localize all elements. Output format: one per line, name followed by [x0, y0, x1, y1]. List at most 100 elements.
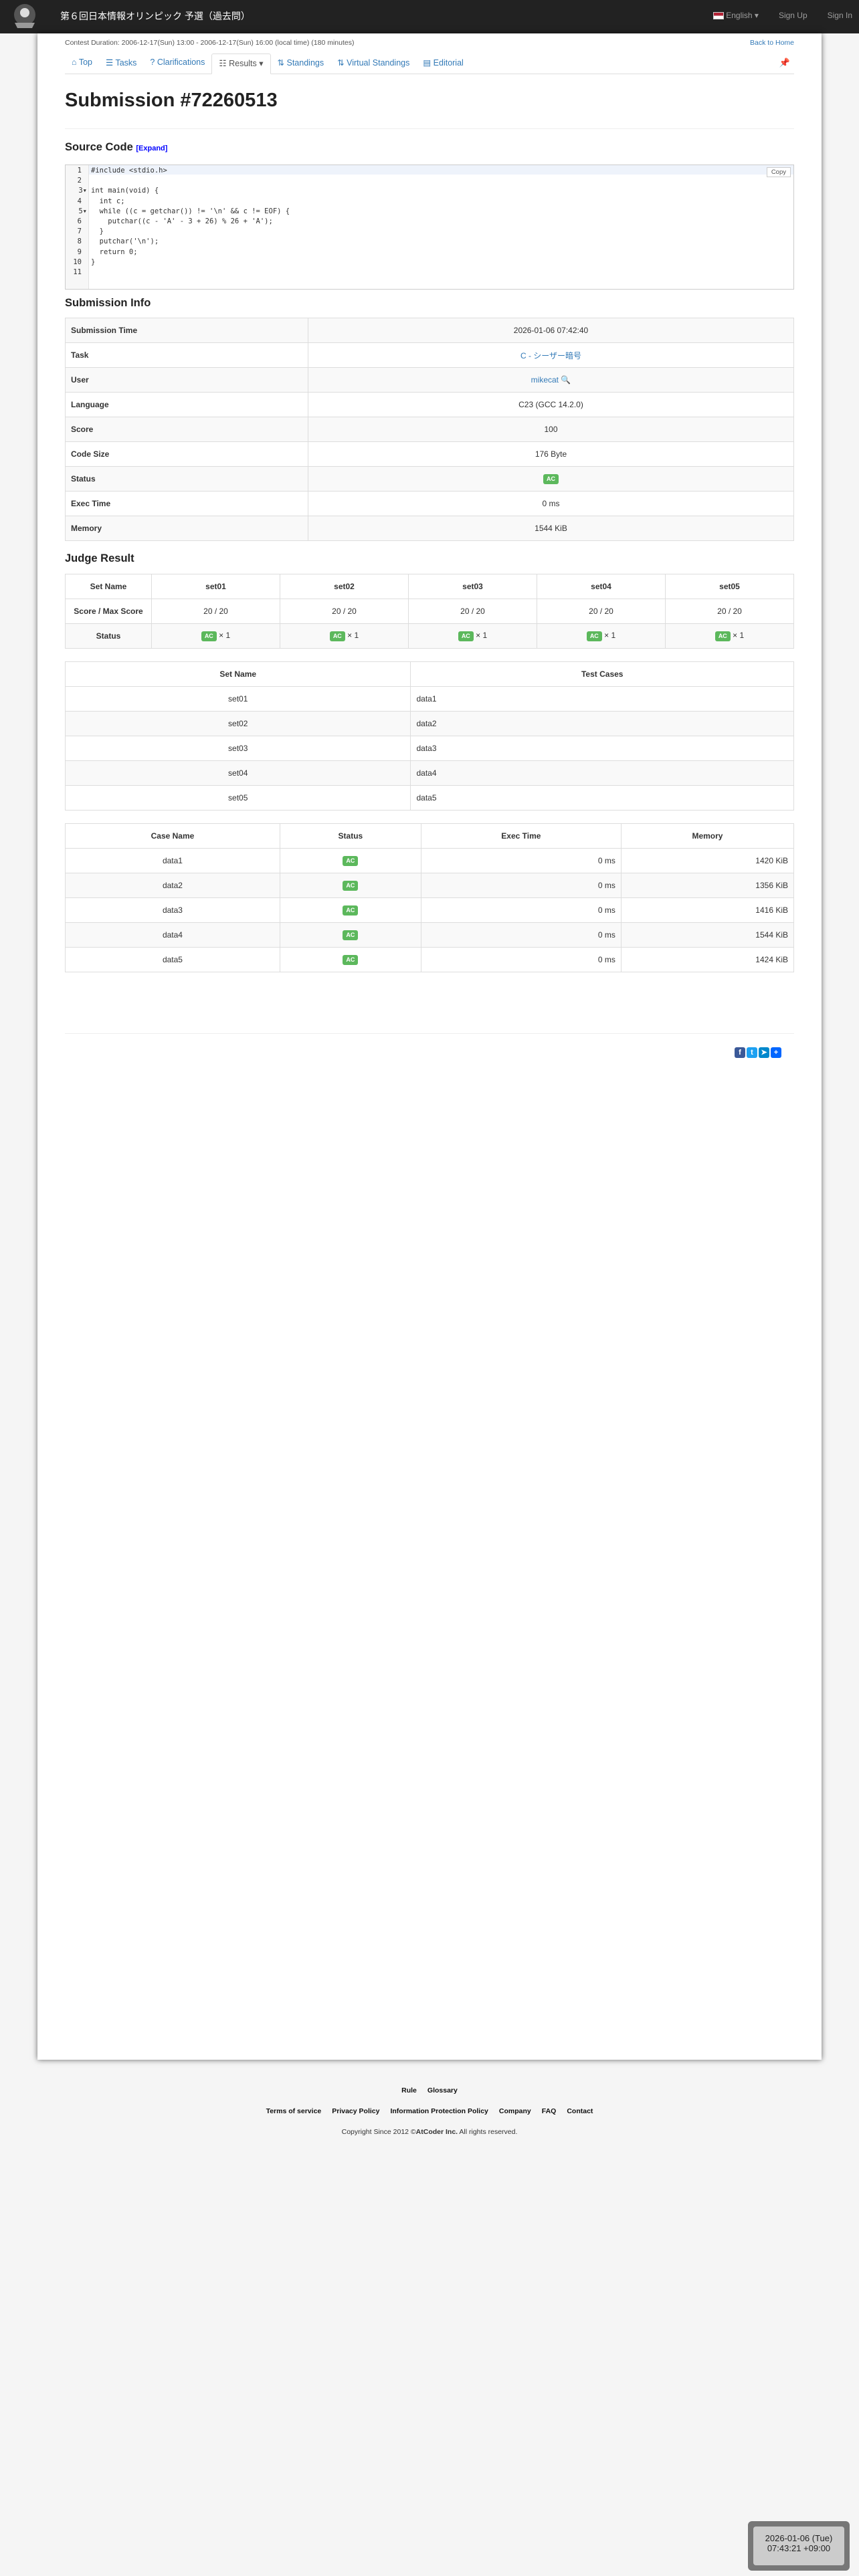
code-line: int c;: [91, 197, 125, 205]
status-badge: AC: [343, 856, 359, 866]
info-label: Memory: [65, 516, 308, 541]
submission-info-heading: Submission Info: [65, 297, 151, 309]
line-number: 11: [73, 268, 82, 276]
home-icon: ⌂: [72, 58, 77, 67]
info-value: AC: [308, 466, 794, 492]
status-count: × 1: [601, 631, 616, 640]
footer-link[interactable]: FAQ: [542, 2107, 557, 2115]
info-row: Language C23 (GCC 14.2.0): [65, 392, 794, 417]
user-link[interactable]: mikecat: [531, 375, 559, 385]
info-value: 100: [308, 417, 794, 442]
task-link[interactable]: C - シーザー暗号: [520, 351, 581, 360]
table-cell: data3: [410, 736, 794, 761]
table-row: data5 AC 0 ms 1424 KiB: [65, 947, 795, 972]
table-cell: 1424 KiB: [620, 947, 795, 972]
footer-link[interactable]: Information Protection Policy: [390, 2107, 488, 2115]
table-cell: data5: [65, 947, 280, 972]
info-value: C - シーザー暗号: [308, 342, 794, 368]
tab-clarifications[interactable]: ? Clarifications: [143, 53, 211, 73]
tab-top[interactable]: ⌂ Top: [65, 53, 99, 73]
info-value: 0 ms: [308, 491, 794, 516]
signin-link[interactable]: Sign In: [828, 11, 852, 20]
current-line-highlight: [66, 165, 793, 175]
share-plus-icon[interactable]: +: [771, 1047, 781, 1058]
status-cell: AC × 1: [408, 623, 537, 649]
tab-virtual-standings[interactable]: ⇅ Virtual Standings: [330, 53, 416, 73]
sort-icon: ⇅: [337, 58, 345, 68]
footer-link[interactable]: Glossary: [427, 2086, 458, 2095]
search-icon[interactable]: 🔍: [561, 375, 571, 385]
tab-standings[interactable]: ⇅ Standings: [271, 53, 331, 73]
table-row: data4 AC 0 ms 1544 KiB: [65, 922, 795, 948]
footer-link[interactable]: Rule: [401, 2086, 417, 2095]
signup-link[interactable]: Sign Up: [779, 11, 807, 20]
facebook-icon[interactable]: f: [735, 1047, 745, 1058]
contest-tabs: ⌂ Top ☰ Tasks ? Clarifications ☷ Results…: [65, 53, 794, 74]
us-flag-icon: [713, 12, 725, 20]
info-label: Code Size: [65, 441, 308, 467]
table-cell: data1: [410, 686, 794, 712]
info-label: User: [65, 367, 308, 393]
tab-editorial[interactable]: ▤ Editorial: [416, 53, 470, 73]
table-cell: 1420 KiB: [620, 848, 795, 873]
score-cell: 20 / 20: [151, 599, 280, 624]
book-icon: ▤: [423, 58, 432, 68]
row-label: Status: [65, 623, 152, 649]
info-row: Exec Time 0 ms: [65, 491, 794, 516]
line-number: 9: [77, 247, 82, 256]
info-row: Task C - シーザー暗号: [65, 342, 794, 368]
contest-duration: Contest Duration: 2006-12-17(Sun) 13:00 …: [65, 39, 355, 47]
copyright: Copyright Since 2012 ©AtCoder Inc. All r…: [341, 2128, 518, 2136]
list-icon: ☰: [105, 58, 114, 68]
expand-link[interactable]: [Expand]: [136, 144, 167, 152]
tab-tasks[interactable]: ☰ Tasks: [99, 53, 143, 73]
table-row: set02 data2: [64, 711, 794, 736]
info-row: Submission Time 2026-01-06 07:42:40: [65, 318, 794, 343]
fixed-clock: 2026-01-06 (Tue) 07:43:21 +09:00: [748, 2521, 850, 2571]
case-result-table: Case Name Status Exec Time Memory data1 AC 0 …: [65, 823, 795, 972]
code-line: int main(void) {: [91, 187, 159, 195]
line-number: 1: [77, 167, 82, 175]
line-number: 5▾: [78, 207, 87, 215]
info-label: Task: [65, 342, 308, 368]
table-cell: 0 ms: [420, 873, 622, 898]
table-cell: data5: [410, 785, 794, 811]
status-badge: AC: [343, 881, 359, 891]
question-icon: ?: [150, 58, 155, 67]
table-cell: data4: [65, 922, 280, 948]
table-cell: data2: [65, 873, 280, 898]
atcoder-logo-icon[interactable]: [9, 3, 40, 29]
source-code-editor[interactable]: 1 #include <stdio.h> 2 3▾ int main(void) {4 …: [65, 165, 794, 290]
clock-date: 2026-01-06 (Tue): [765, 2533, 833, 2543]
tab-results[interactable]: ☷ Results ▾: [211, 53, 271, 74]
footer-link[interactable]: Terms of service: [266, 2107, 322, 2115]
column-header: set04: [537, 574, 666, 599]
column-header: set02: [280, 574, 409, 599]
site-title[interactable]: 第６回日本情報オリンピック 予選（過去問）: [60, 9, 250, 23]
line-number: 10: [73, 257, 82, 266]
info-label: Status: [65, 466, 308, 492]
table-row: data2 AC 0 ms 1356 KiB: [65, 873, 795, 898]
info-row: Score 100: [65, 417, 794, 442]
footer-link[interactable]: Company: [499, 2107, 531, 2115]
twitter-icon[interactable]: t: [747, 1047, 757, 1058]
table-cell: data1: [65, 848, 280, 873]
telegram-icon[interactable]: ➤: [759, 1047, 769, 1058]
footer-link[interactable]: Contact: [567, 2107, 593, 2115]
line-number: 4: [77, 197, 82, 205]
column-header: Status: [279, 823, 421, 849]
column-header: Test Cases: [410, 661, 794, 687]
judge-result-heading: Judge Result: [65, 552, 134, 564]
status-cell: AC × 1: [537, 623, 666, 649]
back-to-home-link[interactable]: Back to Home: [750, 39, 794, 47]
copy-button[interactable]: Copy: [766, 167, 791, 177]
pin-icon[interactable]: 📌: [779, 58, 790, 68]
footer-link[interactable]: Privacy Policy: [332, 2107, 379, 2115]
score-cell: 20 / 20: [280, 599, 409, 624]
score-cell: 20 / 20: [537, 599, 666, 624]
list-icon: ☷: [219, 59, 227, 68]
language-menu[interactable]: English ▾: [713, 11, 759, 20]
table-cell: 0 ms: [420, 897, 622, 923]
main-container: Contest Duration: 2006-12-17(Sun) 13:00 …: [37, 33, 822, 2060]
info-label: Score: [65, 417, 308, 442]
